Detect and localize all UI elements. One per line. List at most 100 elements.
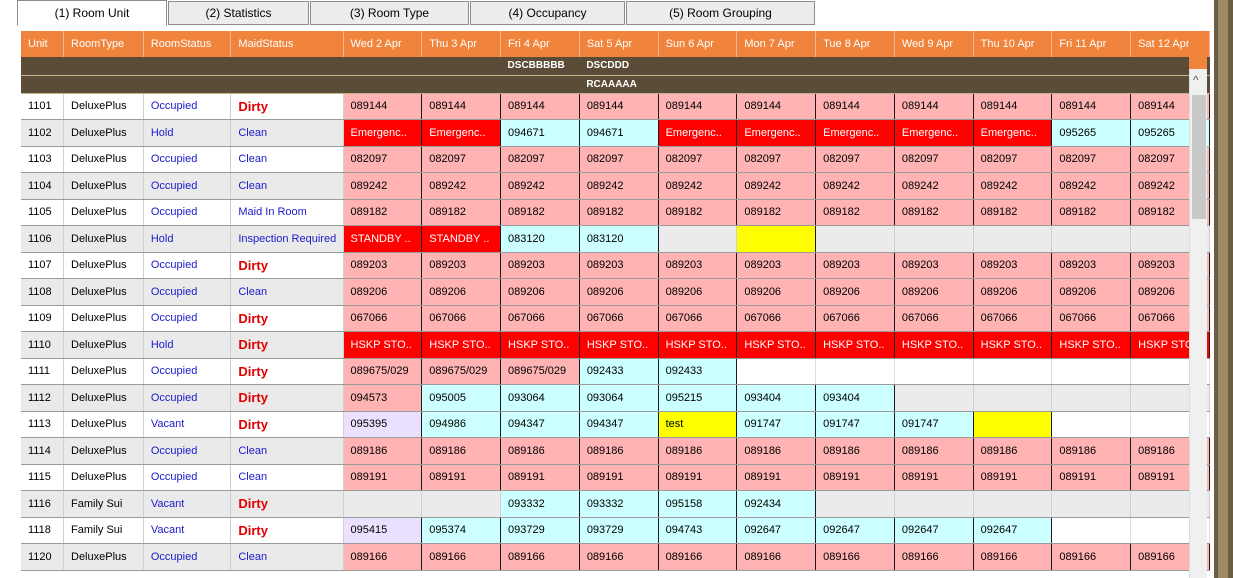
booking-cell[interactable]: 091747	[893, 410, 974, 438]
maidstatus-cell[interactable]: Dirty	[230, 358, 344, 385]
roomstatus-cell[interactable]: Occupied	[143, 199, 232, 226]
booking-cell[interactable]: 082097	[736, 145, 817, 173]
col-header-unit[interactable]: Unit	[21, 31, 64, 57]
tab-occupancy[interactable]: (4) Occupancy	[470, 1, 625, 25]
booking-cell[interactable]: 082097	[815, 145, 895, 173]
col-header-roomtype[interactable]: RoomType	[63, 31, 144, 57]
booking-cell[interactable]: 082097	[657, 145, 738, 173]
booking-cell[interactable]: 093729	[500, 516, 580, 544]
booking-cell[interactable]: HSKP STO..	[893, 331, 974, 359]
booking-cell[interactable]: 089144	[736, 92, 817, 120]
booking-cell[interactable]: 089191	[815, 463, 895, 491]
room-row[interactable]: 1116 Family Sui Vacant Dirty 093332 093332 095…	[21, 490, 1210, 518]
maidstatus-cell[interactable]: Clean	[230, 119, 344, 147]
unit-cell[interactable]: 1109	[21, 305, 64, 332]
col-header-roomstatus[interactable]: RoomStatus	[143, 31, 232, 57]
booking-cell[interactable]: HSKP STO..	[1051, 331, 1132, 359]
unit-cell[interactable]: 1101	[21, 93, 64, 120]
unit-cell[interactable]: 1103	[21, 146, 64, 173]
roomtype-cell[interactable]: DeluxePlus	[63, 331, 144, 359]
booking-cell[interactable]: 083120	[578, 225, 659, 253]
booking-cell[interactable]: 089182	[657, 198, 738, 226]
maidstatus-cell[interactable]: Inspection Required	[230, 225, 344, 253]
booking-cell[interactable]: 089203	[736, 251, 817, 279]
booking-cell[interactable]: 092647	[736, 516, 817, 544]
booking-cell[interactable]: 091747	[815, 410, 895, 438]
booking-cell[interactable]: HSKP STO..	[342, 331, 423, 359]
booking-cell[interactable]: 082097	[342, 145, 423, 173]
roomtype-cell[interactable]: DeluxePlus	[63, 437, 144, 465]
roomtype-cell[interactable]: DeluxePlus	[63, 305, 144, 332]
roomtype-cell[interactable]: DeluxePlus	[63, 146, 144, 173]
unit-cell[interactable]: 1113	[21, 411, 64, 438]
booking-cell[interactable]	[893, 225, 974, 253]
booking-cell[interactable]: 089144	[815, 92, 895, 120]
booking-cell[interactable]: 089675/029	[421, 357, 502, 385]
booking-cell[interactable]: 067066	[578, 304, 659, 332]
room-row[interactable]: 1113 DeluxePlus Vacant Dirty 095395 094986 094…	[21, 410, 1210, 438]
roomstatus-cell[interactable]: Occupied	[143, 172, 232, 200]
booking-cell[interactable]: Emergenc..	[972, 119, 1053, 147]
booking-cell[interactable]: HSKP STO..	[578, 331, 659, 359]
booking-cell[interactable]: 067066	[342, 304, 423, 332]
booking-cell[interactable]: 089182	[972, 198, 1053, 226]
roomtype-cell[interactable]: DeluxePlus	[63, 252, 144, 279]
booking-cell[interactable]	[893, 384, 974, 412]
booking-cell[interactable]: 089191	[657, 463, 738, 491]
booking-cell[interactable]: 089182	[578, 198, 659, 226]
booking-cell[interactable]	[972, 490, 1053, 518]
booking-cell[interactable]	[1051, 225, 1132, 253]
col-header-date[interactable]: Fri 11 Apr	[1051, 31, 1132, 57]
booking-cell[interactable]: 089191	[342, 463, 423, 491]
booking-cell[interactable]: 093729	[578, 516, 659, 544]
booking-cell[interactable]: HSKP STO..	[421, 331, 502, 359]
roomstatus-cell[interactable]: Occupied	[143, 252, 232, 279]
booking-cell[interactable]: 089203	[815, 251, 895, 279]
booking-cell[interactable]: 092434	[736, 490, 817, 518]
booking-cell[interactable]: 082097	[893, 145, 974, 173]
tab-room-unit[interactable]: (1) Room Unit	[17, 0, 167, 26]
room-row[interactable]: 1120 DeluxePlus Occupied Clean 089166 089166 0…	[21, 543, 1210, 571]
booking-cell[interactable]: 089144	[972, 92, 1053, 120]
booking-cell[interactable]: 095005	[421, 384, 502, 412]
col-header-date[interactable]: Fri 4 Apr	[500, 31, 580, 57]
tab-room-type[interactable]: (3) Room Type	[310, 1, 469, 25]
room-row[interactable]: 1112 DeluxePlus Occupied Dirty 094573 095005 0…	[21, 384, 1210, 412]
booking-cell[interactable]: 091747	[736, 410, 817, 438]
booking-cell[interactable]: 089206	[815, 278, 895, 306]
booking-cell[interactable]: 089186	[972, 437, 1053, 465]
roomstatus-cell[interactable]: Hold	[143, 331, 232, 359]
booking-cell[interactable]	[815, 357, 895, 385]
booking-cell[interactable]: 089675/029	[500, 357, 580, 385]
booking-cell[interactable]: 093404	[736, 384, 817, 412]
booking-cell[interactable]: 089191	[893, 463, 974, 491]
booking-cell[interactable]: 094347	[500, 410, 580, 438]
col-header-date[interactable]: Thu 10 Apr	[973, 31, 1053, 57]
booking-cell[interactable]: 089206	[342, 278, 423, 306]
booking-cell[interactable]: 089206	[657, 278, 738, 306]
booking-cell[interactable]: 089166	[342, 543, 423, 571]
booking-cell[interactable]: 089206	[893, 278, 974, 306]
booking-cell[interactable]: 082097	[421, 145, 502, 173]
booking-cell[interactable]: 067066	[815, 304, 895, 332]
booking-cell[interactable]: 089182	[1051, 198, 1132, 226]
booking-cell[interactable]: 089675/029	[342, 357, 423, 385]
unit-cell[interactable]: 1112	[21, 384, 64, 412]
roomstatus-cell[interactable]: Occupied	[143, 464, 232, 491]
room-row[interactable]: 1109 DeluxePlus Occupied Dirty 067066 067066 0…	[21, 304, 1210, 332]
roomtype-cell[interactable]: DeluxePlus	[63, 543, 144, 571]
maidstatus-cell[interactable]: Clean	[230, 437, 344, 465]
roomtype-cell[interactable]: DeluxePlus	[63, 93, 144, 120]
maidstatus-cell[interactable]: Dirty	[230, 331, 344, 359]
booking-cell[interactable]: 089186	[421, 437, 502, 465]
booking-cell[interactable]: 094743	[657, 516, 738, 544]
booking-cell[interactable]: 089144	[1051, 92, 1132, 120]
booking-cell[interactable]: 089191	[500, 463, 580, 491]
roomtype-cell[interactable]: DeluxePlus	[63, 199, 144, 226]
booking-cell[interactable]: 089191	[1051, 463, 1132, 491]
roomtype-cell[interactable]: DeluxePlus	[63, 464, 144, 491]
roomtype-cell[interactable]: DeluxePlus	[63, 119, 144, 147]
roomstatus-cell[interactable]: Vacant	[143, 517, 232, 544]
room-row[interactable]: 1101 DeluxePlus Occupied Dirty 089144 089144 0…	[21, 92, 1210, 120]
booking-cell[interactable]: 082097	[500, 145, 580, 173]
